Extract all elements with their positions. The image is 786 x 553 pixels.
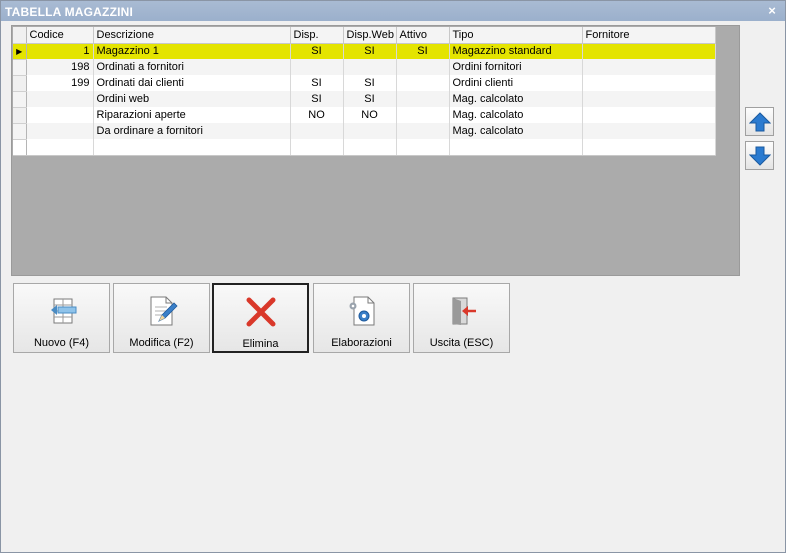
grid-header: Codice Descrizione Disp. Disp.Web Attivo… <box>13 27 716 44</box>
new-button-label: Nuovo (F4) <box>33 337 90 349</box>
cell-disp[interactable]: SI <box>290 91 344 107</box>
table-row[interactable]: 198 Ordinati a fornitori Ordini fornitor… <box>13 59 716 76</box>
cell-descrizione[interactable]: Riparazioni aperte <box>93 107 291 123</box>
magazzini-grid[interactable]: Codice Descrizione Disp. Disp.Web Attivo… <box>13 27 716 156</box>
table-row[interactable]: 199 Ordinati dai clienti SI SI Ordini cl… <box>13 75 716 92</box>
cell-empty[interactable] <box>290 139 344 156</box>
cell-tipo[interactable]: Mag. calcolato <box>449 91 583 107</box>
delete-button-label: Elimina <box>242 338 279 350</box>
exit-button-label: Uscita (ESC) <box>429 337 494 349</box>
row-selected-indicator: ▶ <box>13 43 27 60</box>
cell-tipo[interactable]: Magazzino standard <box>449 43 583 59</box>
cell-disp[interactable]: SI <box>290 43 344 59</box>
close-button[interactable]: × <box>765 3 779 18</box>
table-row[interactable]: ▶ 1 Magazzino 1 SI SI SI Magazzino stand… <box>13 43 716 60</box>
cell-empty[interactable] <box>449 139 583 156</box>
cell-codice[interactable]: 198 <box>26 59 94 75</box>
cell-empty[interactable] <box>93 139 291 156</box>
row-indicator <box>13 91 27 108</box>
cell-attivo[interactable] <box>396 59 450 75</box>
cell-empty[interactable] <box>343 139 397 156</box>
cell-disp[interactable] <box>290 59 344 75</box>
cell-disp[interactable]: SI <box>290 75 344 91</box>
cell-fornitore[interactable] <box>582 91 716 107</box>
process-button-label: Elaborazioni <box>331 337 392 349</box>
cell-disp[interactable]: NO <box>290 107 344 123</box>
column-header-disp-web[interactable]: Disp.Web <box>343 27 397 44</box>
new-button[interactable]: Nuovo (F4) <box>13 283 110 353</box>
column-header-fornitore[interactable]: Fornitore <box>582 27 716 44</box>
process-gear-icon <box>349 296 374 326</box>
table-row-new[interactable] <box>13 139 716 156</box>
cell-descrizione[interactable]: Da ordinare a fornitori <box>93 123 291 139</box>
cell-descrizione[interactable]: Magazzino 1 <box>93 43 291 59</box>
cell-tipo[interactable]: Ordini clienti <box>449 75 583 91</box>
cell-disp[interactable] <box>290 123 344 139</box>
cell-descrizione[interactable]: Ordini web <box>93 91 291 107</box>
title-bar: TABELLA MAGAZZINI × <box>1 1 785 21</box>
column-header-descrizione[interactable]: Descrizione <box>93 27 291 44</box>
column-header-codice[interactable]: Codice <box>26 27 94 44</box>
cell-tipo[interactable]: Mag. calcolato <box>449 107 583 123</box>
cell-attivo[interactable] <box>396 123 450 139</box>
cell-disp-web[interactable]: SI <box>343 91 397 107</box>
delete-button[interactable]: Elimina <box>212 283 309 353</box>
cell-codice[interactable] <box>26 107 94 123</box>
cell-descrizione[interactable]: Ordinati dai clienti <box>93 75 291 91</box>
exit-button[interactable]: Uscita (ESC) <box>413 283 510 353</box>
header-indicator <box>13 27 27 44</box>
row-indicator <box>13 123 27 140</box>
edit-button-label: Modifica (F2) <box>129 337 194 349</box>
cell-attivo[interactable]: SI <box>396 43 450 59</box>
row-indicator <box>13 75 27 92</box>
delete-x-icon <box>246 297 275 327</box>
move-down-button[interactable] <box>745 141 774 170</box>
table-row[interactable]: Riparazioni aperte NO NO Mag. calcolato <box>13 107 716 124</box>
cell-fornitore[interactable] <box>582 123 716 139</box>
cell-disp-web[interactable] <box>343 59 397 75</box>
column-header-disp[interactable]: Disp. <box>290 27 344 44</box>
grid-container: Codice Descrizione Disp. Disp.Web Attivo… <box>11 25 740 276</box>
new-record-icon <box>50 298 76 324</box>
cell-disp-web[interactable]: NO <box>343 107 397 123</box>
process-button[interactable]: Elaborazioni <box>313 283 410 353</box>
row-indicator <box>13 107 27 124</box>
cell-attivo[interactable] <box>396 75 450 91</box>
cell-attivo[interactable] <box>396 107 450 123</box>
column-header-attivo[interactable]: Attivo <box>396 27 450 44</box>
cell-tipo[interactable]: Ordini fornitori <box>449 59 583 75</box>
window-title: TABELLA MAGAZZINI <box>5 5 134 19</box>
cell-fornitore[interactable] <box>582 59 716 75</box>
move-up-button[interactable] <box>745 107 774 136</box>
cell-codice[interactable] <box>26 123 94 139</box>
cell-descrizione[interactable]: Ordinati a fornitori <box>93 59 291 75</box>
cell-tipo[interactable]: Mag. calcolato <box>449 123 583 139</box>
cell-disp-web[interactable] <box>343 123 397 139</box>
exit-door-icon <box>452 297 476 325</box>
edit-button[interactable]: Modifica (F2) <box>113 283 210 353</box>
arrow-down-icon <box>748 146 771 166</box>
cell-attivo[interactable] <box>396 91 450 107</box>
cell-empty[interactable] <box>26 139 94 156</box>
row-indicator <box>13 139 27 156</box>
cell-codice[interactable]: 199 <box>26 75 94 91</box>
row-indicator <box>13 59 27 76</box>
cell-empty[interactable] <box>582 139 716 156</box>
cell-codice[interactable] <box>26 91 94 107</box>
arrow-up-icon <box>748 111 771 131</box>
cell-fornitore[interactable] <box>582 43 716 59</box>
cell-disp-web[interactable]: SI <box>343 75 397 91</box>
edit-document-icon <box>150 296 178 326</box>
cell-empty[interactable] <box>396 139 450 156</box>
column-header-tipo[interactable]: Tipo <box>449 27 583 44</box>
magazzini-window: TABELLA MAGAZZINI × Codice Descrizione D… <box>0 0 786 553</box>
table-row[interactable]: Da ordinare a fornitori Mag. calcolato <box>13 123 716 140</box>
cell-codice[interactable]: 1 <box>26 43 94 59</box>
cell-fornitore[interactable] <box>582 107 716 123</box>
table-row[interactable]: Ordini web SI SI Mag. calcolato <box>13 91 716 108</box>
cell-disp-web[interactable]: SI <box>343 43 397 59</box>
cell-fornitore[interactable] <box>582 75 716 91</box>
